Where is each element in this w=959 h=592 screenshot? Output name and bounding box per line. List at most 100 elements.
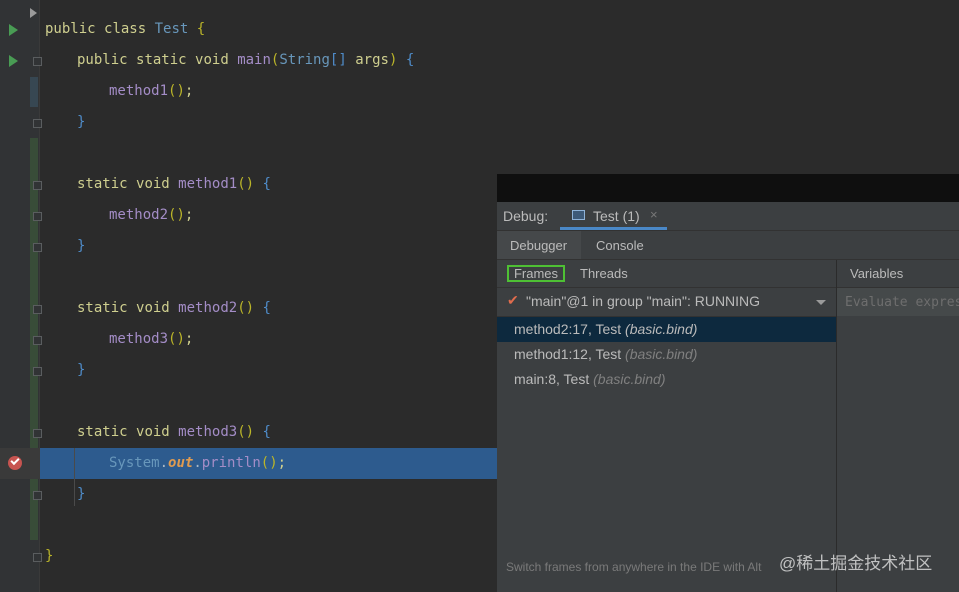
frame-label: method2:17, Test (basic.bind) <box>514 321 697 337</box>
tab-debugger[interactable]: Debugger <box>510 238 567 253</box>
fold-marker-icon[interactable] <box>33 305 42 314</box>
thread-label: "main"@1 in group "main": RUNNING <box>526 293 761 309</box>
stack-frame-item[interactable]: method1:12, Test (basic.bind) <box>497 342 836 367</box>
code-line[interactable]: } <box>77 479 85 510</box>
code-line[interactable]: } <box>45 541 53 572</box>
checkmark-icon: ✔ <box>507 292 519 308</box>
variables-header: Variables <box>837 260 959 288</box>
stack-frame-item[interactable]: method2:17, Test (basic.bind) <box>497 317 836 342</box>
fold-marker-icon[interactable] <box>33 336 42 345</box>
code-line[interactable]: method1(); <box>109 76 193 107</box>
frame-label: main:8, Test (basic.bind) <box>514 371 666 387</box>
code-line[interactable]: method3(); <box>109 324 193 355</box>
keyword: void <box>136 300 170 316</box>
paren: ) <box>388 52 398 68</box>
paren: () <box>260 455 278 471</box>
collapse-icon[interactable] <box>30 8 37 18</box>
code-line[interactable]: static void method2() { <box>77 293 271 324</box>
evaluate-expression-input[interactable] <box>837 288 959 316</box>
frame-name: method2:17, Test <box>514 321 626 337</box>
array-brackets: [] <box>329 52 347 68</box>
keyword: public <box>45 21 96 37</box>
frame-package: (basic.bind) <box>625 321 698 337</box>
gutter-separator <box>39 0 40 592</box>
fold-marker-icon[interactable] <box>33 367 42 376</box>
stack-frame-item[interactable]: main:8, Test (basic.bind) <box>497 367 836 392</box>
frame-name: main:8, Test <box>514 371 594 387</box>
frame-label: method1:12, Test (basic.bind) <box>514 346 697 362</box>
fold-marker-icon[interactable] <box>33 491 42 500</box>
code-line[interactable]: public static void main(String[] args) { <box>77 45 414 76</box>
tab-threads[interactable]: Threads <box>580 266 628 281</box>
indent-guide <box>74 448 75 506</box>
dot: . <box>193 455 202 471</box>
close-icon[interactable]: × <box>650 207 658 222</box>
debug-window-titlebar[interactable] <box>497 174 959 202</box>
fold-marker-icon[interactable] <box>33 119 42 128</box>
method-call: method1 <box>109 83 169 99</box>
paren: () <box>237 424 255 440</box>
debug-header: Debug: Test (1) × <box>497 202 959 231</box>
code-line-current[interactable]: System.out.println(); <box>109 448 286 479</box>
keyword: public <box>77 52 128 68</box>
method-call: method3 <box>109 331 169 347</box>
code-line[interactable]: public class Test { <box>45 14 205 45</box>
hint-text: Switch frames from anywhere in the IDE w… <box>506 560 762 574</box>
code-line[interactable]: } <box>77 231 85 262</box>
console-window-icon <box>572 210 585 220</box>
keyword: class <box>104 21 147 37</box>
frame-package: (basic.bind) <box>625 346 698 362</box>
code-line[interactable]: static void method1() { <box>77 169 271 200</box>
brace: { <box>262 300 271 316</box>
paren: () <box>168 331 185 347</box>
brace: { <box>262 176 271 192</box>
paren: () <box>168 83 185 99</box>
method-call: method2 <box>109 207 169 223</box>
method-name: method1 <box>178 176 238 192</box>
active-tab-underline <box>560 227 667 230</box>
field-name: out <box>168 455 194 471</box>
frame-name: method1:12, Test <box>514 346 626 362</box>
keyword: static <box>77 176 128 192</box>
code-line[interactable]: } <box>77 355 85 386</box>
code-line[interactable]: method2(); <box>109 200 193 231</box>
fold-marker-icon[interactable] <box>33 181 42 190</box>
brace: } <box>77 486 86 502</box>
keyword: static <box>136 52 187 68</box>
method-name: method2 <box>178 300 238 316</box>
fold-marker-icon[interactable] <box>33 429 42 438</box>
semicolon: ; <box>277 455 287 471</box>
semicolon: ; <box>184 83 194 99</box>
debugger-subtab-bar: Debugger Console <box>497 231 959 260</box>
keyword: static <box>77 424 128 440</box>
semicolon: ; <box>184 331 194 347</box>
type-name: String <box>279 52 330 68</box>
watermark: @稀土掘金技术社区 <box>779 554 933 573</box>
method-name: main <box>237 52 271 68</box>
brace: } <box>45 548 54 564</box>
session-tab-label: Test (1) <box>593 208 640 224</box>
code-line[interactable]: } <box>77 107 85 138</box>
run-class-icon[interactable] <box>9 24 18 36</box>
frame-package: (basic.bind) <box>593 371 666 387</box>
brace: } <box>77 114 86 130</box>
fold-marker-icon[interactable] <box>33 243 42 252</box>
fold-marker-icon[interactable] <box>33 553 42 562</box>
chevron-down-icon[interactable] <box>816 300 826 305</box>
run-main-icon[interactable] <box>9 55 18 67</box>
fold-marker-icon[interactable] <box>33 57 42 66</box>
keyword: void <box>195 52 229 68</box>
tab-frames[interactable]: Frames <box>507 265 565 282</box>
thread-selector[interactable]: ✔ "main"@1 in group "main": RUNNING <box>497 288 836 317</box>
method-call: println <box>201 455 261 471</box>
dot: . <box>159 455 169 471</box>
class-name: System <box>109 455 160 471</box>
keyword: void <box>136 424 170 440</box>
fold-marker-icon[interactable] <box>33 212 42 221</box>
brace: { <box>196 21 206 37</box>
paren: () <box>168 207 185 223</box>
breakpoint-icon[interactable] <box>8 456 22 470</box>
code-line[interactable]: static void method3() { <box>77 417 271 448</box>
debug-label: Debug: <box>503 208 549 224</box>
tab-console[interactable]: Console <box>596 238 644 253</box>
